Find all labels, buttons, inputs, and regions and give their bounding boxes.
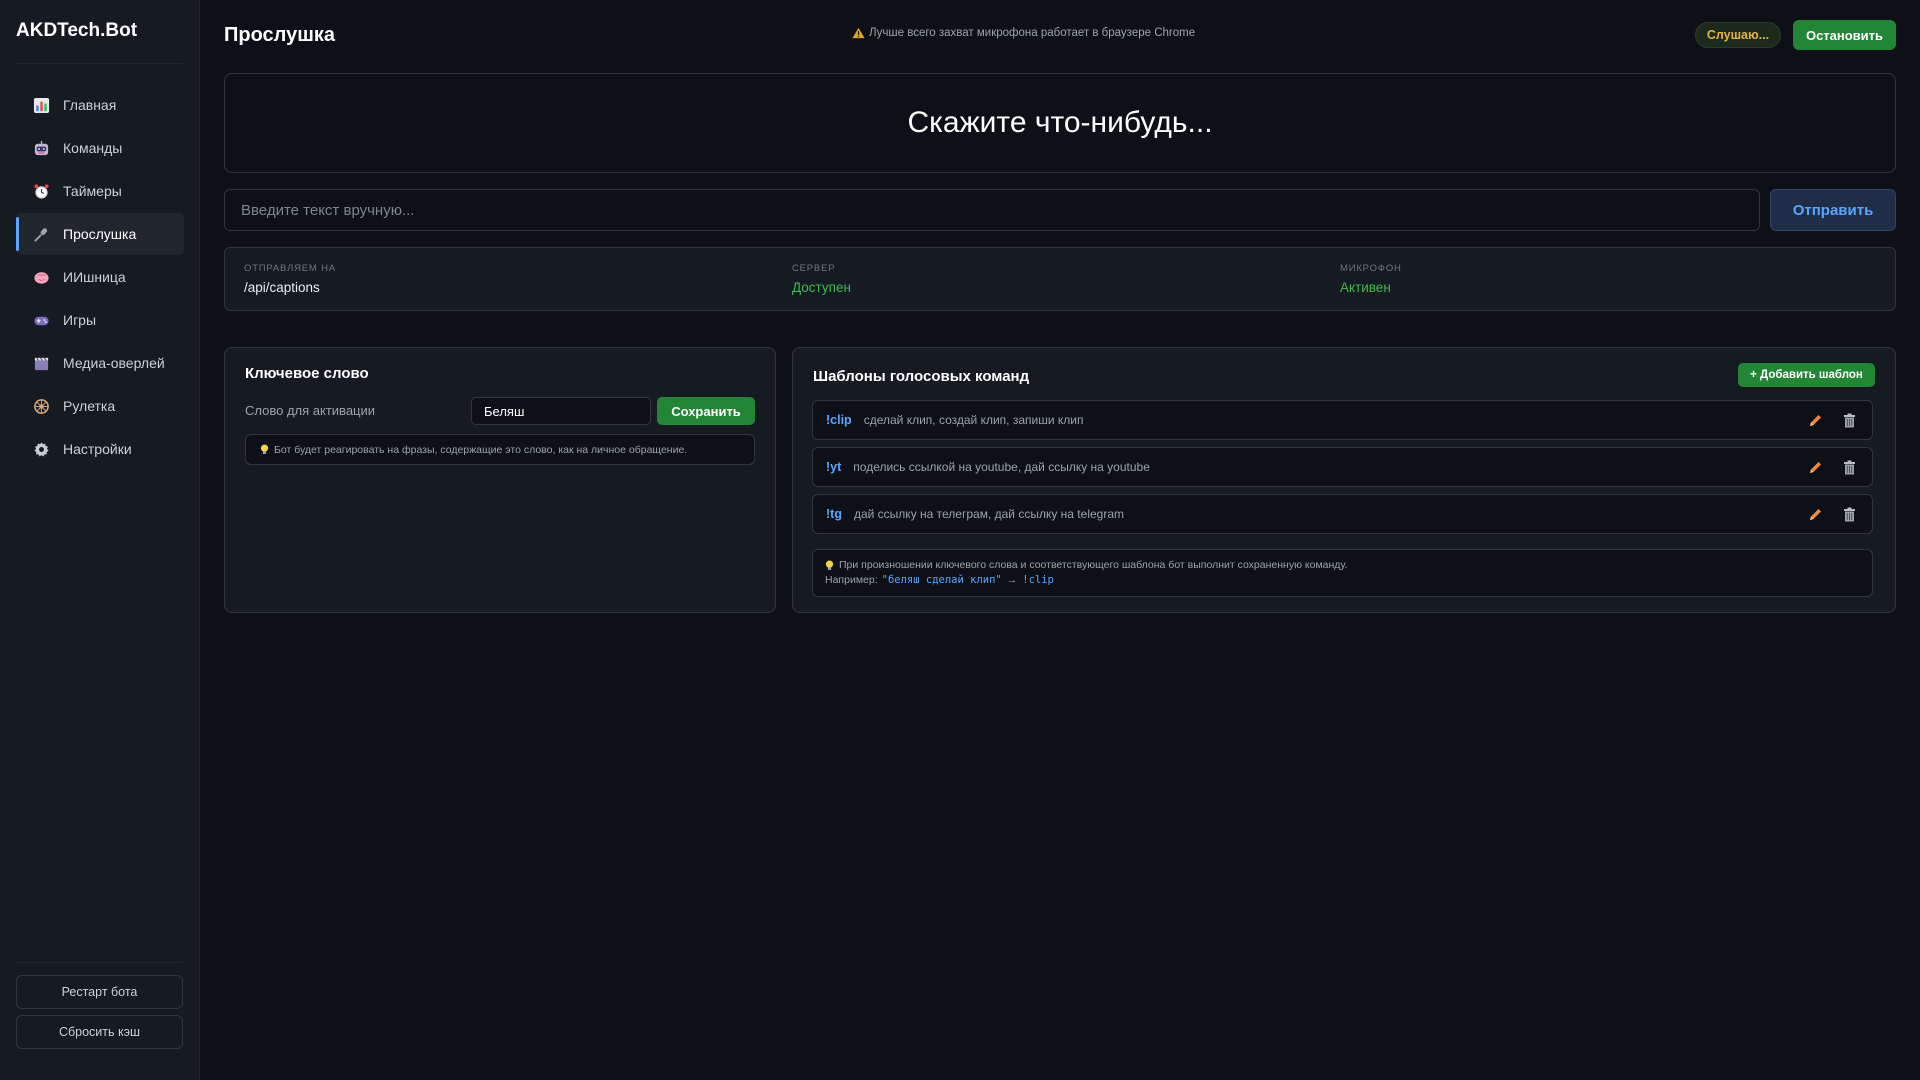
edit-icon[interactable]	[1807, 459, 1824, 476]
sidebar-item-games[interactable]: Игры	[16, 299, 184, 341]
keyword-input[interactable]	[471, 397, 651, 425]
notice-text: Лучше всего захват микрофона работает в …	[869, 27, 1196, 39]
sidebar-item-media-overlay[interactable]: Медиа-оверлей	[16, 342, 184, 384]
templates-hint: При произношении ключевого слова и соотв…	[812, 549, 1873, 597]
gamepad-icon	[32, 311, 50, 329]
restart-bot-button[interactable]: Рестарт бота	[16, 975, 183, 1009]
templates-card: Шаблоны голосовых команд + Добавить шабл…	[792, 347, 1896, 613]
sidebar-item-label: Медиа-оверлей	[63, 355, 165, 371]
sidebar-item-commands[interactable]: Команды	[16, 127, 184, 169]
sidebar-item-label: Главная	[63, 97, 117, 113]
sidebar-item-listening[interactable]: Прослушка	[16, 213, 184, 255]
mic-label: Микрофон	[1340, 263, 1402, 274]
sidebar-item-label: ИИшница	[63, 269, 126, 285]
template-row[interactable]: !clip сделай клип, создай клип, запиши к…	[812, 400, 1873, 440]
sidebar-item-roulette[interactable]: Рулетка	[16, 385, 184, 427]
keyword-field-label: Слово для активации	[245, 403, 376, 418]
microphone-icon	[32, 225, 50, 243]
status-bar: Отправляем на /api/captions Сервер Досту…	[224, 247, 1896, 311]
templates-card-title: Шаблоны голосовых команд	[813, 368, 1030, 385]
trash-icon[interactable]	[1841, 459, 1858, 476]
example-phrase: "беляш сделай клип"	[881, 574, 1002, 586]
sidebar-item-label: Игры	[63, 312, 97, 328]
template-phrases: поделись ссылкой на youtube, дай ссылку …	[853, 460, 1150, 474]
reset-cache-button[interactable]: Сбросить кэш	[16, 1015, 183, 1049]
template-phrases: дай ссылку на телеграм, дай ссылку на te…	[853, 507, 1124, 521]
clapperboard-icon	[32, 354, 50, 372]
server-status: Сервер Доступен	[792, 263, 851, 295]
lightbulb-icon	[260, 444, 269, 454]
sidebar-item-settings[interactable]: Настройки	[16, 428, 184, 470]
trash-icon[interactable]	[1841, 506, 1858, 523]
sidebar-item-label: Прослушка	[63, 226, 137, 242]
sidebar: AKDTech.Bot Главная Команды Таймеры Прос…	[0, 0, 200, 1080]
chart-icon	[32, 96, 50, 114]
stop-button[interactable]: Остановить	[1793, 20, 1896, 50]
templates-hint-text: При произношении ключевого слова и соотв…	[839, 559, 1348, 571]
sidebar-item-label: Команды	[63, 140, 123, 156]
keyword-card-title: Ключевое слово	[245, 365, 369, 382]
server-label: Сервер	[792, 263, 836, 274]
wheel-icon	[32, 397, 50, 415]
alarm-clock-icon	[32, 182, 50, 200]
manual-text-input[interactable]	[224, 189, 1760, 231]
page-title: Прослушка	[224, 24, 336, 46]
target-status: Отправляем на /api/captions	[244, 263, 336, 295]
sidebar-divider	[16, 63, 183, 64]
trash-icon[interactable]	[1841, 412, 1858, 429]
lightbulb-icon	[825, 560, 834, 570]
sidebar-item-timers[interactable]: Таймеры	[16, 170, 184, 212]
gear-icon	[32, 440, 50, 458]
sidebar-item-label: Таймеры	[63, 183, 122, 199]
server-value: Доступен	[792, 280, 851, 295]
send-button[interactable]: Отправить	[1770, 189, 1896, 231]
example-command: !clip	[1022, 574, 1054, 586]
keyword-hint-text: Бот будет реагировать на фразы, содержащ…	[274, 443, 688, 456]
template-command: !clip	[826, 413, 852, 427]
mic-status: Микрофон Активен	[1340, 263, 1402, 295]
mic-value: Активен	[1340, 280, 1391, 295]
robot-icon	[32, 139, 50, 157]
sidebar-divider	[16, 962, 183, 963]
save-keyword-button[interactable]: Сохранить	[657, 397, 755, 425]
template-row[interactable]: !yt поделись ссылкой на youtube, дай ссы…	[812, 447, 1873, 487]
sidebar-item-label: Настройки	[63, 441, 132, 457]
keyword-card: Ключевое слово Слово для активации Сохра…	[224, 347, 776, 613]
example-prefix: Например:	[825, 574, 878, 586]
browser-notice: Лучше всего захват микрофона работает в …	[852, 27, 1195, 39]
sidebar-item-label: Рулетка	[63, 398, 116, 414]
target-value: /api/captions	[244, 280, 320, 295]
edit-icon[interactable]	[1807, 506, 1824, 523]
transcript-display: Скажите что-нибудь...	[224, 73, 1896, 173]
warning-icon	[852, 27, 865, 39]
sidebar-item-ai[interactable]: ИИшница	[16, 256, 184, 298]
edit-icon[interactable]	[1807, 412, 1824, 429]
template-row[interactable]: !tg дай ссылку на телеграм, дай ссылку н…	[812, 494, 1873, 534]
brain-icon	[32, 268, 50, 286]
sidebar-nav: Главная Команды Таймеры Прослушка ИИшниц…	[16, 84, 184, 471]
brand-logo[interactable]: AKDTech.Bot	[16, 20, 137, 42]
template-command: !yt	[826, 460, 842, 474]
listening-status-badge: Слушаю...	[1695, 22, 1781, 48]
template-phrases: сделай клип, создай клип, запиши клип	[863, 413, 1084, 427]
example-arrow: →	[1006, 574, 1018, 586]
keyword-hint: Бот будет реагировать на фразы, содержащ…	[245, 434, 755, 465]
add-template-button[interactable]: + Добавить шаблон	[1738, 363, 1875, 387]
sidebar-item-home[interactable]: Главная	[16, 84, 184, 126]
template-command: !tg	[826, 507, 842, 521]
target-label: Отправляем на	[244, 263, 336, 274]
